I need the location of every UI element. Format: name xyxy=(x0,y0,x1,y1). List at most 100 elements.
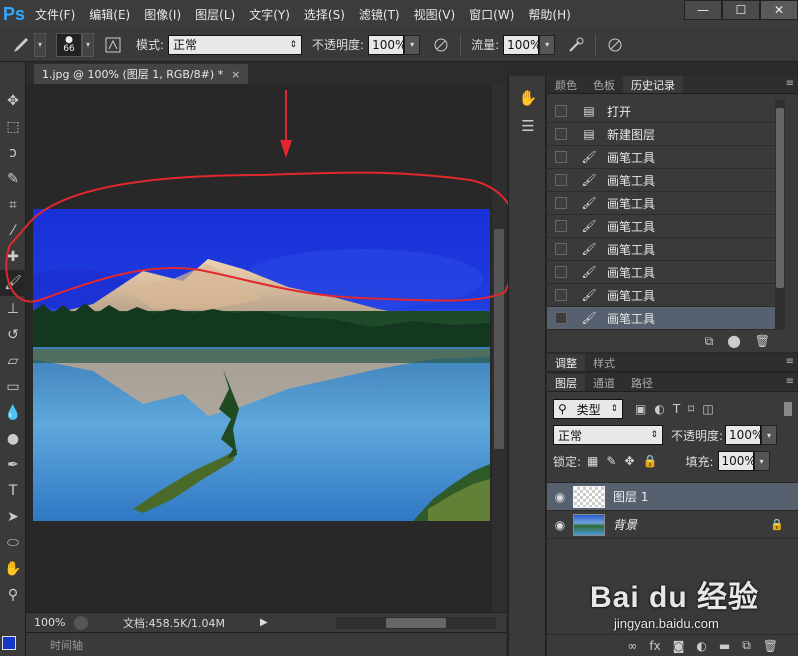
lock-transparent-icon[interactable]: ▦ xyxy=(587,454,598,468)
history-item[interactable]: ▤ 新建图层 xyxy=(547,123,783,146)
brush-tool-preset-icon[interactable] xyxy=(8,33,34,57)
path-selection-tool-icon[interactable]: ➤ xyxy=(0,504,26,530)
menu-type[interactable]: 文字(Y) xyxy=(242,6,297,23)
history-brush-tool-icon[interactable]: ↺ xyxy=(0,322,26,348)
layer-opacity-dropdown[interactable]: ▾ xyxy=(761,425,778,445)
quick-selection-tool-icon[interactable]: ✎ xyxy=(0,166,26,192)
scrollbar-thumb[interactable] xyxy=(386,618,446,628)
menu-file[interactable]: 文件(F) xyxy=(28,6,82,23)
history-item[interactable]: 🖌 画笔工具 xyxy=(547,192,783,215)
brush-size-picker[interactable]: ● 66 xyxy=(56,32,82,57)
brush-settings-icon[interactable]: ☰ xyxy=(509,112,547,140)
brush-picker-dropdown[interactable]: ▾ xyxy=(82,32,94,57)
history-checkbox[interactable] xyxy=(555,128,567,140)
maximize-button[interactable]: ☐ xyxy=(722,0,760,20)
history-item[interactable]: 🖌 画笔工具 xyxy=(547,169,783,192)
history-checkbox[interactable] xyxy=(555,105,567,117)
close-icon[interactable]: × xyxy=(231,68,240,81)
panel-menu-icon[interactable]: ≡ xyxy=(786,78,794,89)
canvas-image[interactable] xyxy=(33,209,490,521)
history-checkbox[interactable] xyxy=(555,289,567,301)
menu-window[interactable]: 窗口(W) xyxy=(462,6,521,23)
status-info-icon[interactable] xyxy=(74,615,88,630)
opacity-input[interactable]: 100% xyxy=(368,34,406,55)
move-tool-icon[interactable]: ✥ xyxy=(0,88,26,114)
layer-name[interactable]: 背景 xyxy=(613,516,637,533)
menu-image[interactable]: 图像(I) xyxy=(137,6,188,23)
gradient-tool-icon[interactable]: ▭ xyxy=(0,374,26,400)
minimize-button[interactable]: — xyxy=(684,0,722,20)
tab-channels[interactable]: 通道 xyxy=(585,374,623,391)
mode-select[interactable]: 正常 ⇕ xyxy=(168,34,303,55)
new-layer-icon[interactable]: ⧉ xyxy=(742,638,751,653)
healing-brush-tool-icon[interactable]: ✚ xyxy=(0,244,26,270)
type-tool-icon[interactable]: T xyxy=(0,478,26,504)
menu-view[interactable]: 视图(V) xyxy=(407,6,463,23)
pen-tool-icon[interactable]: ✒ xyxy=(0,452,26,478)
history-checkbox[interactable] xyxy=(555,220,567,232)
pressure-opacity-icon[interactable] xyxy=(428,33,454,57)
history-item[interactable]: 🖌 画笔工具 xyxy=(547,238,783,261)
tab-layers[interactable]: 图层 xyxy=(547,374,585,391)
history-item[interactable]: 🖌 画笔工具 xyxy=(547,261,783,284)
close-button[interactable]: ✕ xyxy=(760,0,798,20)
lock-pixels-icon[interactable]: ✎ xyxy=(606,454,616,468)
menu-filter[interactable]: 滤镜(T) xyxy=(352,6,407,23)
foreground-color-swatch[interactable] xyxy=(2,636,16,650)
hand-tool-icon[interactable]: ✋ xyxy=(0,556,26,582)
eyedropper-tool-icon[interactable]: ⁄ xyxy=(0,218,26,244)
history-checkbox[interactable] xyxy=(555,266,567,278)
tab-swatches[interactable]: 色板 xyxy=(585,76,623,93)
layer-name[interactable]: 图层 1 xyxy=(613,488,648,505)
history-item[interactable]: 🖌 画笔工具 xyxy=(547,284,783,307)
canvas-horizontal-scrollbar[interactable] xyxy=(336,617,496,629)
tab-paths[interactable]: 路径 xyxy=(623,374,661,391)
new-adjustment-layer-icon[interactable]: ◐ xyxy=(696,639,706,653)
scrollbar-thumb[interactable] xyxy=(776,108,784,288)
flow-dropdown[interactable]: ▾ xyxy=(539,34,556,55)
zoom-level[interactable]: 100% xyxy=(26,616,74,629)
add-mask-icon[interactable]: ◙ xyxy=(673,639,685,653)
pressure-size-icon[interactable] xyxy=(602,33,628,57)
history-item[interactable]: ▤ 打开 xyxy=(547,100,783,123)
eye-icon[interactable]: ◉ xyxy=(547,518,573,532)
shape-tool-icon[interactable]: ⬭ xyxy=(0,530,26,556)
brush-panel-toggle-icon[interactable] xyxy=(100,33,126,57)
menu-layer[interactable]: 图层(L) xyxy=(188,6,242,23)
pixel-filter-icon[interactable]: ▣ xyxy=(635,402,646,416)
shape-filter-icon[interactable]: ⌑ xyxy=(688,402,694,416)
brush-presets-icon[interactable]: ✋ xyxy=(509,84,547,112)
menu-edit[interactable]: 编辑(E) xyxy=(82,6,137,23)
layer-opacity-input[interactable]: 100% xyxy=(725,425,763,445)
trash-icon[interactable]: 🗑 xyxy=(755,334,770,348)
filter-toggle-icon[interactable] xyxy=(784,402,792,416)
layer-row[interactable]: ◉ 背景 🔒 xyxy=(547,511,798,539)
lock-position-icon[interactable]: ✥ xyxy=(624,454,634,468)
brush-tool-icon[interactable]: 🖌 xyxy=(0,270,26,296)
canvas-vertical-scrollbar[interactable] xyxy=(492,84,506,612)
link-layers-icon[interactable]: ∞ xyxy=(627,639,637,653)
layer-filter-select[interactable]: ⚲ 类型 ⇕ xyxy=(553,399,623,419)
lasso-tool-icon[interactable]: ↄ xyxy=(0,140,26,166)
fill-input[interactable]: 100% xyxy=(717,451,756,471)
tab-history[interactable]: 历史记录 xyxy=(623,76,683,93)
crop-tool-icon[interactable]: ⌗ xyxy=(0,192,26,218)
scrollbar-thumb[interactable] xyxy=(494,229,504,449)
history-item[interactable]: 🖌 画笔工具 xyxy=(547,215,783,238)
opacity-dropdown[interactable]: ▾ xyxy=(404,34,421,55)
layer-effects-icon[interactable]: fx xyxy=(649,639,660,653)
history-checkbox[interactable] xyxy=(555,312,567,324)
menu-help[interactable]: 帮助(H) xyxy=(521,6,577,23)
history-checkbox[interactable] xyxy=(555,174,567,186)
blend-mode-select[interactable]: 正常 ⇕ xyxy=(553,425,663,445)
tab-adjustments[interactable]: 调整 xyxy=(547,354,585,371)
timeline-panel-header[interactable]: 时间轴 xyxy=(26,632,506,656)
eye-icon[interactable]: ◉ xyxy=(547,490,573,504)
dodge-tool-icon[interactable]: ● xyxy=(0,426,26,452)
eraser-tool-icon[interactable]: ▱ xyxy=(0,348,26,374)
lock-all-icon[interactable]: 🔒 xyxy=(643,454,658,468)
camera-icon[interactable]: ⬤ xyxy=(727,334,740,348)
history-item-active[interactable]: 🖌 画笔工具 xyxy=(547,307,783,330)
history-scrollbar[interactable] xyxy=(775,100,785,330)
tab-styles[interactable]: 样式 xyxy=(585,354,623,371)
